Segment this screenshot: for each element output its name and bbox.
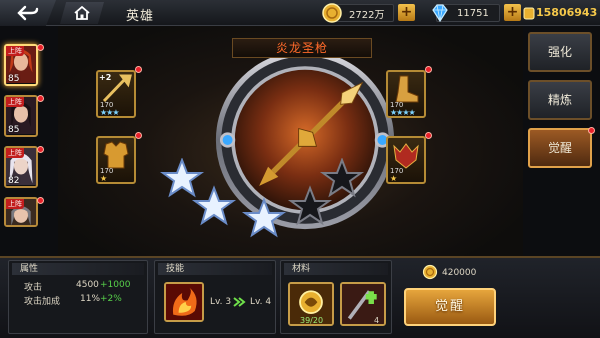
star-empty-icon xyxy=(319,158,365,198)
equipment-slot-weapon[interactable]: +2 170 ★★★ xyxy=(96,70,136,118)
hero-tag: 上阵 xyxy=(6,148,24,158)
item-stars: ★ xyxy=(390,174,397,183)
page-title: 英雄 xyxy=(126,9,155,24)
gold-total: 15806943 xyxy=(536,6,598,19)
hero-slot-2[interactable]: 上阵 85 xyxy=(4,95,38,137)
notification-dot xyxy=(588,127,595,134)
equipment-slot-accessory[interactable]: 170 ★ xyxy=(386,136,426,184)
tab-strengthen[interactable]: 强化 xyxy=(528,32,592,72)
skill-level-next: Lv. 4 xyxy=(250,297,272,307)
notification-dot xyxy=(37,197,44,204)
boots-icon xyxy=(395,75,419,103)
hero-tag: 上阵 xyxy=(6,46,24,56)
tab-refine[interactable]: 精炼 xyxy=(528,80,592,120)
star-empty-icon xyxy=(287,185,333,226)
back-arrow-icon xyxy=(17,5,39,21)
hero-tag: 上阵 xyxy=(6,97,24,107)
notification-dot xyxy=(135,132,142,139)
awaken-stars xyxy=(160,158,365,238)
weapon-name: 炎龙圣枪 xyxy=(232,38,372,58)
skill-header: 技能 xyxy=(158,263,272,275)
notification-dot xyxy=(135,66,142,73)
attr-bonus: +1000 xyxy=(100,280,131,290)
star-filled-icon xyxy=(191,185,237,226)
notification-dot xyxy=(425,132,432,139)
equipment-slot-boots[interactable]: 170 ★★★★ xyxy=(386,70,426,118)
hero-level: 82 xyxy=(8,176,20,186)
gold-ingot-icon xyxy=(523,7,535,20)
item-stars: ★ xyxy=(100,174,107,183)
notification-dot xyxy=(425,66,432,73)
hero-list: 上阵 85 上阵 85 上阵 82 上阵 xyxy=(0,30,54,276)
equipment-slot-armor[interactable]: 170 ★ xyxy=(96,136,136,184)
gem-amount: 11751 xyxy=(457,7,489,19)
hero-level: 85 xyxy=(8,125,20,135)
hero-slot-3[interactable]: 上阵 82 xyxy=(4,146,38,188)
gold-coin-icon xyxy=(322,3,342,23)
back-button[interactable] xyxy=(0,0,56,26)
arrow-right-icon xyxy=(233,297,246,307)
attr-bonus: +2% xyxy=(100,294,122,304)
item-stars: ★★★ xyxy=(100,108,119,117)
attr-value: 4500 xyxy=(76,280,99,290)
gold-coin-icon xyxy=(422,264,438,280)
attr-label: 攻击 xyxy=(24,283,43,293)
item-stars: ★★★★ xyxy=(390,108,416,117)
notification-dot xyxy=(37,44,44,51)
star-filled-icon xyxy=(160,158,205,198)
hero-level: 85 xyxy=(8,74,20,84)
hero-slot-1[interactable]: 上阵 85 xyxy=(4,44,38,86)
star-filled-icon xyxy=(241,197,287,238)
enhance-level-badge: +2 xyxy=(99,73,112,82)
notification-dot xyxy=(37,95,44,102)
skill-level-current: Lv. 3 xyxy=(210,297,232,307)
flame-skill-icon[interactable] xyxy=(164,282,204,322)
weapon-material-icon[interactable] xyxy=(340,282,386,326)
chest-armor-icon xyxy=(103,141,129,169)
add-gold-button[interactable]: + xyxy=(398,4,415,21)
top-bar: 英雄 2722万 + 11751 + 15806943 xyxy=(0,0,600,26)
diamond-icon xyxy=(432,4,448,23)
awaken-cost: 420000 xyxy=(442,268,477,278)
tab-awaken[interactable]: 觉醒 xyxy=(528,128,592,168)
add-gem-button[interactable]: + xyxy=(504,4,521,21)
materials-header: 材料 xyxy=(284,263,388,275)
home-button[interactable] xyxy=(60,2,104,24)
notification-dot xyxy=(37,146,44,153)
hero-tag: 上阵 xyxy=(6,199,24,209)
gold-amount: 2722万 xyxy=(349,9,385,21)
material-count: 39/20 xyxy=(300,316,324,325)
material-count: 4 xyxy=(374,316,380,325)
dragon-helm-icon xyxy=(393,143,419,169)
attr-label: 攻击加成 xyxy=(24,297,61,307)
awaken-button[interactable]: 觉醒 xyxy=(404,288,496,326)
home-icon xyxy=(74,6,90,20)
attributes-header: 属性 xyxy=(12,263,144,275)
attr-value: 11% xyxy=(80,294,101,304)
gem-display: 11751 xyxy=(432,4,500,23)
hero-slot-4[interactable]: 上阵 xyxy=(4,197,38,227)
gold-display: 2722万 xyxy=(322,3,394,23)
gem-socket-left xyxy=(219,132,236,148)
